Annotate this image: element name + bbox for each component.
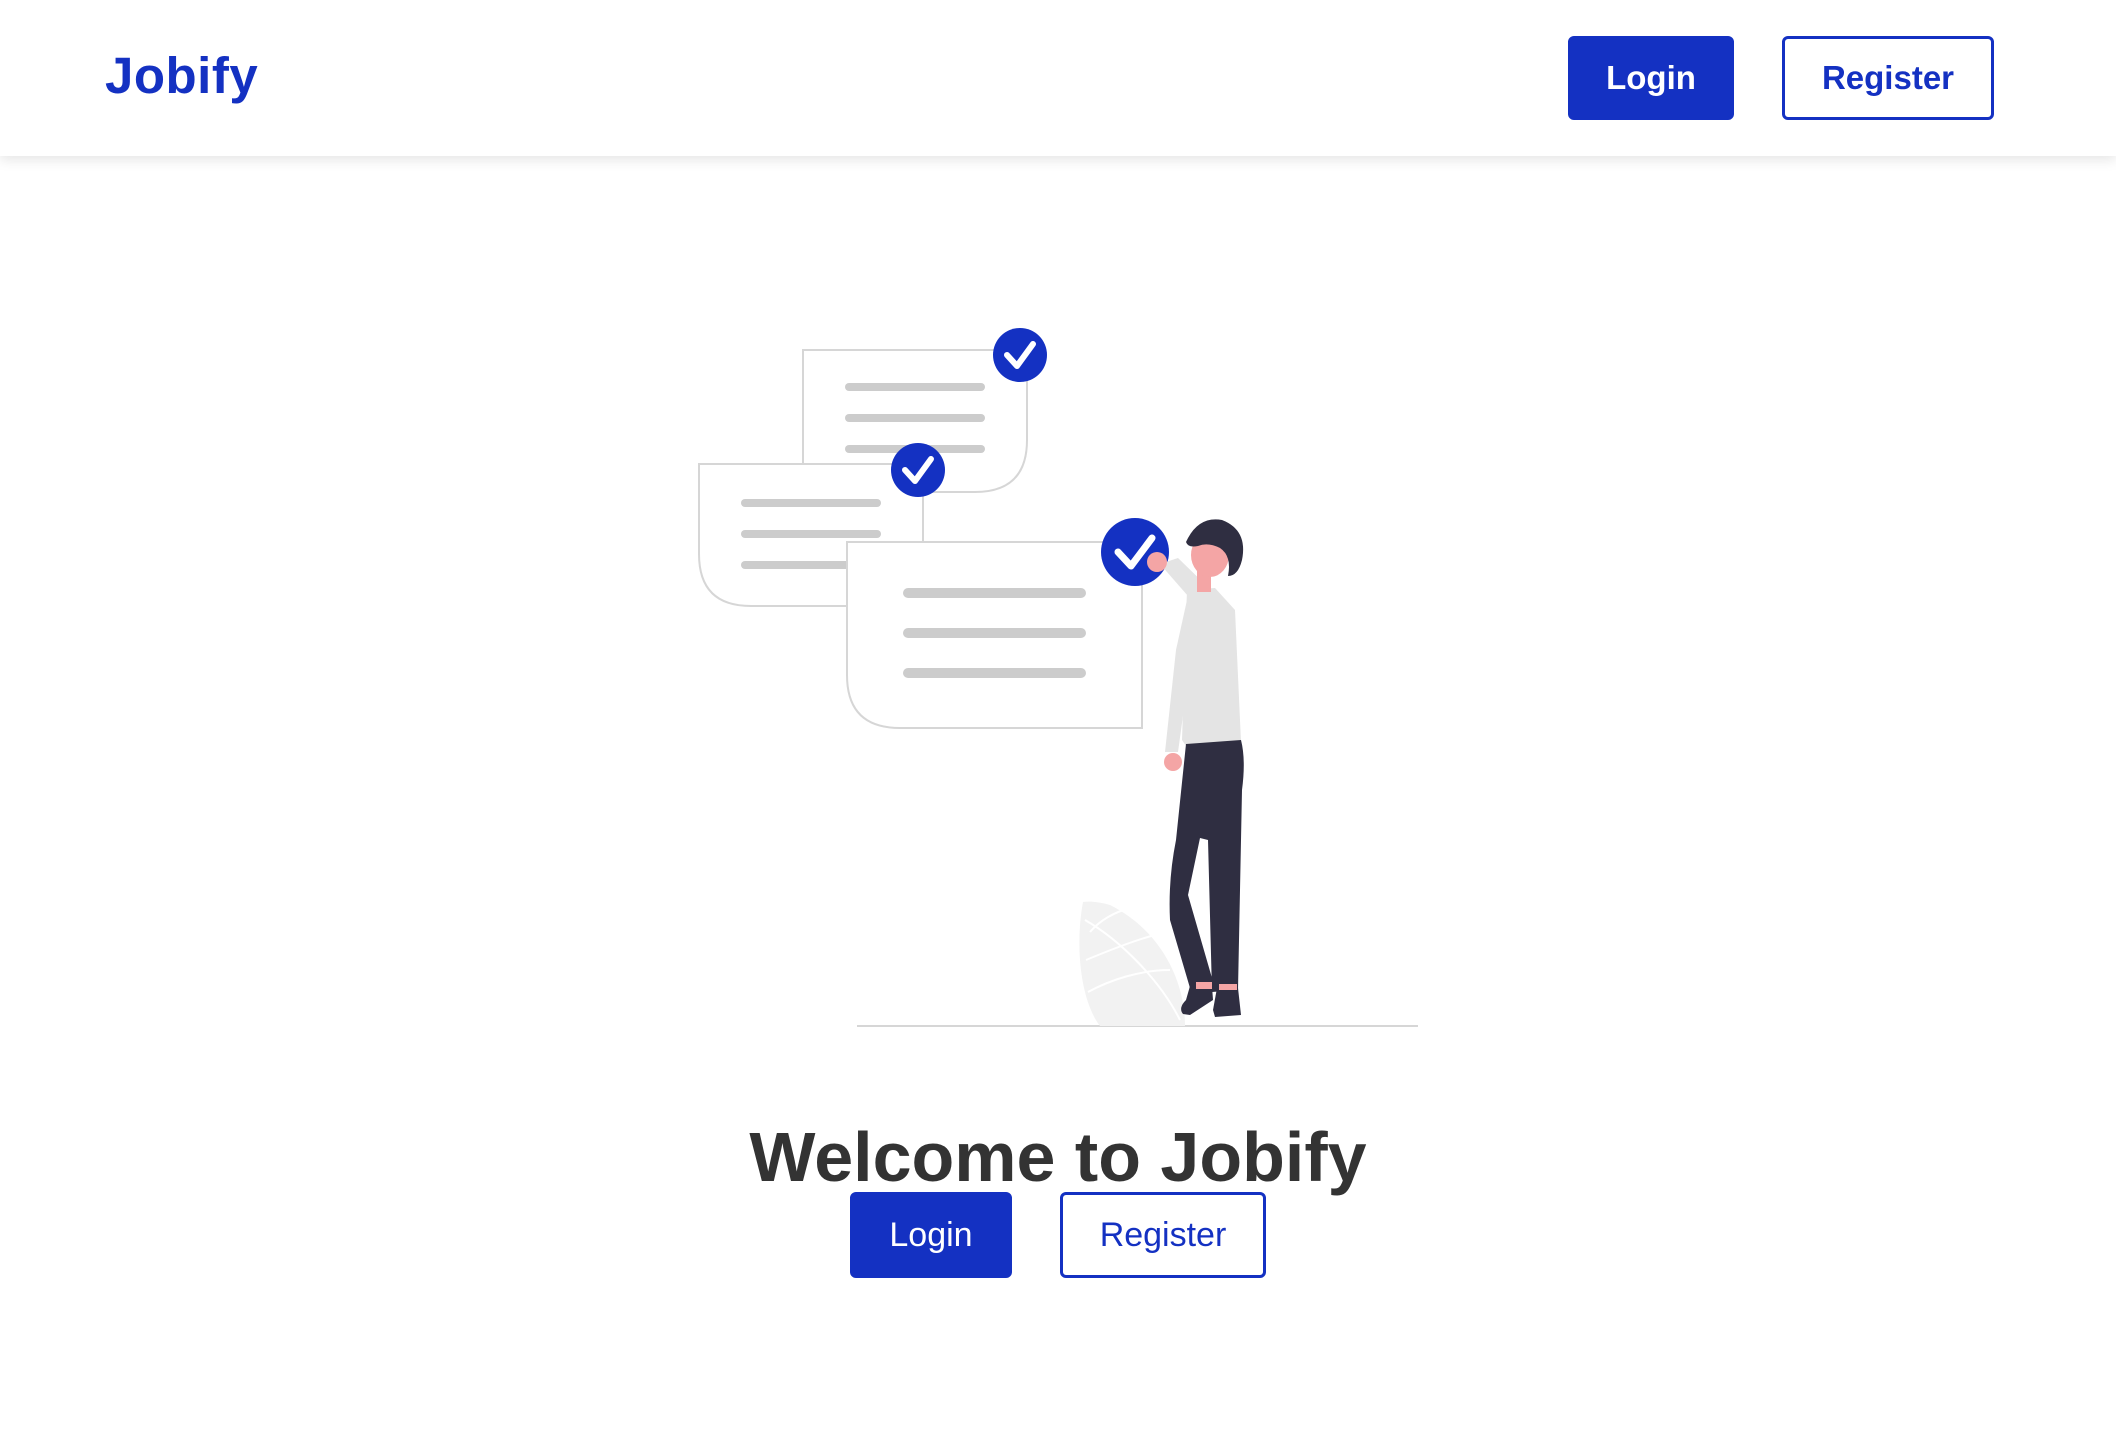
nav-login-button[interactable]: Login <box>1568 36 1734 120</box>
navbar: Jobify Login Register <box>0 0 2116 156</box>
hero-headline: Welcome to Jobify <box>749 1117 1367 1196</box>
check-badge-front <box>1101 518 1169 586</box>
hero-illustration <box>690 320 1430 1030</box>
person-checking-documents-illustration <box>698 328 1418 1027</box>
nav-register-button[interactable]: Register <box>1782 36 1994 120</box>
plant-leaf <box>1079 901 1185 1026</box>
brand-logo[interactable]: Jobify <box>105 46 258 106</box>
hero-register-button[interactable]: Register <box>1060 1192 1266 1278</box>
document-card-front <box>846 541 1143 729</box>
person-figure <box>1147 519 1244 1017</box>
check-badge-middle <box>891 443 945 497</box>
hero-login-button[interactable]: Login <box>850 1192 1012 1278</box>
check-badge-top <box>993 328 1047 382</box>
